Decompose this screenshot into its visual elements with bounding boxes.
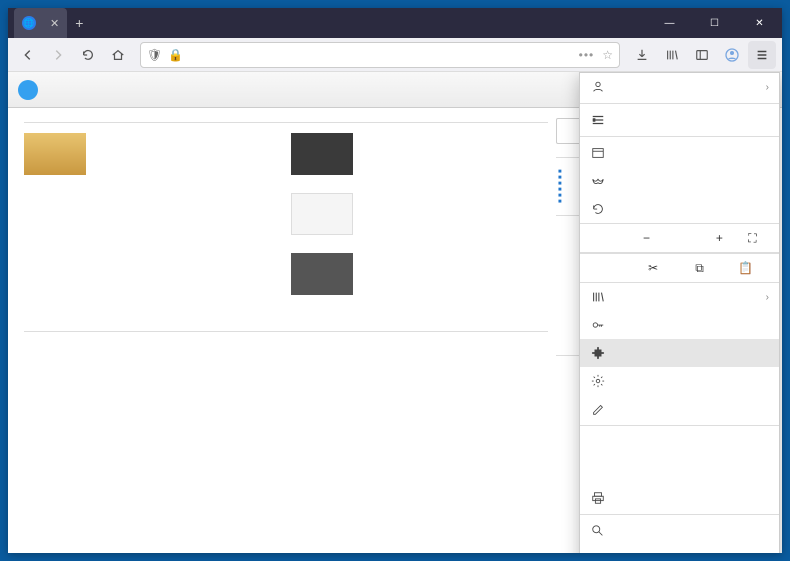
menu-customize[interactable]	[580, 395, 779, 423]
top-removal-heading	[24, 321, 548, 332]
chevron-right-icon: ›	[766, 82, 769, 93]
menu-print[interactable]	[580, 484, 779, 512]
window-icon	[590, 145, 606, 161]
dashboard-icon	[590, 112, 606, 128]
menu-save-page[interactable]	[580, 456, 779, 484]
app-menu: › −	[579, 72, 780, 553]
fullscreen-button[interactable]: ⛶	[736, 224, 769, 252]
zoom-level[interactable]	[663, 224, 703, 252]
paste-button[interactable]: 📋	[723, 254, 769, 282]
library-button[interactable]	[658, 41, 686, 69]
back-button[interactable]	[14, 41, 42, 69]
article-thumb[interactable]	[291, 253, 353, 295]
tab-close-icon[interactable]: ✕	[42, 17, 59, 30]
menu-addons[interactable]	[580, 339, 779, 367]
account-icon	[590, 79, 606, 95]
search-icon	[590, 523, 606, 539]
downloads-button[interactable]	[628, 41, 656, 69]
site-logo[interactable]	[8, 80, 50, 100]
zoom-in-button[interactable]: +	[703, 224, 736, 252]
menu-logins[interactable]	[580, 311, 779, 339]
menu-options[interactable]	[580, 367, 779, 395]
print-icon	[590, 490, 606, 506]
menu-edit-row: ✂ ⧉ 📋	[580, 253, 779, 283]
titlebar: 🌐 ✕ + — ☐ ✕	[8, 8, 782, 38]
url-bar[interactable]: 🛡 🔒 ••• ☆	[140, 42, 620, 68]
menu-find[interactable]	[580, 517, 779, 545]
minimize-button[interactable]: —	[647, 8, 692, 38]
tab-favicon: 🌐	[22, 16, 36, 30]
menu-restore[interactable]	[580, 195, 779, 223]
home-button[interactable]	[104, 41, 132, 69]
shield-icon[interactable]: 🛡	[147, 48, 162, 62]
menu-library[interactable]: ›	[580, 283, 779, 311]
gear-icon	[590, 373, 606, 389]
key-icon	[590, 317, 606, 333]
zoom-out-button[interactable]: −	[630, 224, 663, 252]
browser-toolbar: 🛡 🔒 ••• ☆	[8, 38, 782, 72]
forward-button[interactable]	[44, 41, 72, 69]
account-button[interactable]	[718, 41, 746, 69]
close-button[interactable]: ✕	[737, 8, 782, 38]
reload-button[interactable]	[74, 41, 102, 69]
article-thumb[interactable]	[24, 133, 86, 175]
menu-open-file[interactable]	[580, 428, 779, 456]
mask-icon	[590, 173, 606, 189]
restore-icon	[590, 201, 606, 217]
bookmark-star-icon[interactable]: ☆	[602, 48, 613, 62]
library-icon	[590, 289, 606, 305]
page-content: › −	[8, 72, 782, 553]
url-actions-icon[interactable]: •••	[579, 48, 595, 62]
menu-more[interactable]: ›	[580, 545, 779, 553]
news-heading	[24, 118, 548, 123]
lock-icon[interactable]: 🔒	[168, 48, 183, 62]
puzzle-icon	[590, 345, 606, 361]
article-thumb[interactable]	[291, 193, 353, 235]
browser-tab[interactable]: 🌐 ✕	[14, 8, 67, 38]
chevron-right-icon: ›	[766, 292, 769, 303]
sidebar-button[interactable]	[688, 41, 716, 69]
menu-signin[interactable]: ›	[580, 73, 779, 101]
cut-button[interactable]: ✂	[630, 254, 676, 282]
logo-icon	[18, 80, 38, 100]
menu-new-private[interactable]	[580, 167, 779, 195]
menu-new-window[interactable]	[580, 139, 779, 167]
article	[24, 131, 281, 177]
paint-icon	[590, 401, 606, 417]
maximize-button[interactable]: ☐	[692, 8, 737, 38]
copy-button[interactable]: ⧉	[676, 254, 722, 282]
app-menu-button[interactable]	[748, 41, 776, 69]
menu-protections[interactable]	[580, 106, 779, 134]
article-thumb[interactable]	[291, 133, 353, 175]
menu-zoom-row: − + ⛶	[580, 223, 779, 253]
new-tab-button[interactable]: +	[75, 15, 83, 31]
